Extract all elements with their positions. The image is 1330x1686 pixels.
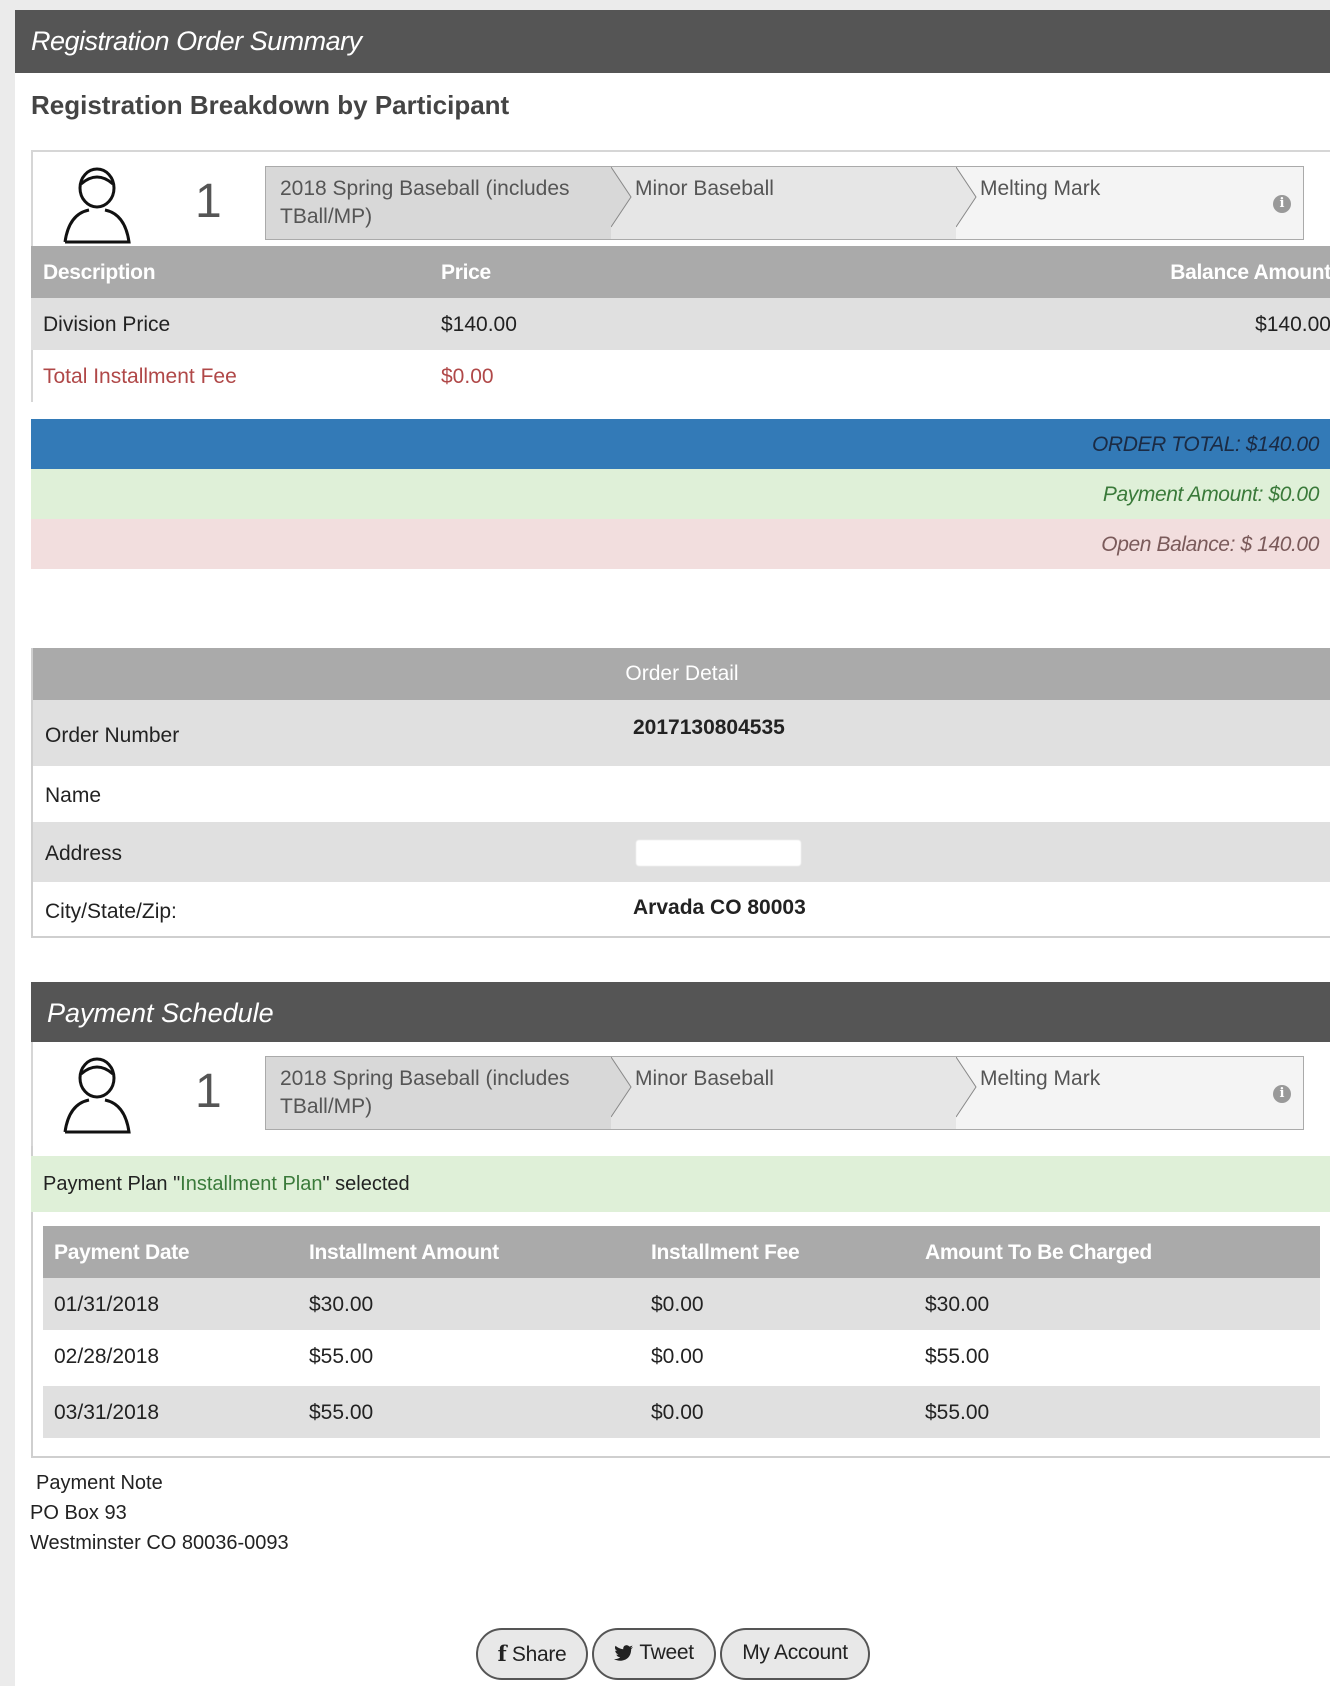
installment-amount: $55.00 bbox=[309, 1401, 374, 1424]
payment-date: 01/31/2018 bbox=[54, 1293, 160, 1316]
payment-note-line1: PO Box 93 bbox=[30, 1502, 127, 1524]
order-number-row: Order Number 2017130804535 bbox=[33, 700, 1330, 766]
table-row: 01/31/2018 $30.00 $0.00 $30.00 bbox=[43, 1278, 1320, 1330]
column-header: Installment Amount bbox=[309, 1241, 499, 1264]
share-label: Share bbox=[511, 1643, 567, 1666]
payment-plan-row: Payment Plan "Installment Plan" selected bbox=[31, 1156, 1330, 1212]
breadcrumb-division[interactable]: Minor Baseball bbox=[611, 1057, 956, 1129]
tweet-button[interactable]: Tweet bbox=[592, 1628, 716, 1680]
table-row: 02/28/2018 $55.00 $0.00 $55.00 bbox=[43, 1330, 1320, 1386]
breadcrumb-separator bbox=[956, 1057, 977, 1118]
row-balance: $140.00 bbox=[1255, 313, 1330, 336]
payment-amount-bar: Payment Amount: $0.00 bbox=[31, 469, 1330, 519]
column-header: Balance Amount bbox=[1170, 261, 1330, 284]
info-icon[interactable]: i bbox=[1273, 1085, 1291, 1103]
table-row: Division Price $140.00 $140.00 bbox=[31, 298, 1330, 350]
installment-fee: $0.00 bbox=[651, 1293, 704, 1316]
amount-charged: $30.00 bbox=[925, 1293, 990, 1316]
row-price: $0.00 bbox=[441, 365, 494, 388]
tweet-label: Tweet bbox=[639, 1641, 694, 1664]
order-number-value: 2017130804535 bbox=[633, 716, 785, 739]
breadcrumb-season[interactable]: 2018 Spring Baseball (includes TBall/MP) bbox=[266, 167, 611, 239]
page-title-bar: Registration Order Summary bbox=[15, 10, 1330, 73]
breadcrumb-season[interactable]: 2018 Spring Baseball (includes TBall/MP) bbox=[266, 1057, 611, 1129]
installment-fee: $0.00 bbox=[651, 1345, 704, 1368]
order-detail-table: Order Detail Order Number 2017130804535 … bbox=[31, 648, 1330, 938]
open-balance-bar: Open Balance: $ 140.00 bbox=[31, 519, 1330, 569]
installment-fee: $0.00 bbox=[651, 1401, 704, 1424]
my-account-button[interactable]: My Account bbox=[720, 1628, 870, 1680]
city-label: City/State/Zip: bbox=[45, 900, 177, 923]
participant-breadcrumb[interactable]: 2018 Spring Baseball (includes TBall/MP)… bbox=[265, 1056, 1304, 1130]
address-row: Address bbox=[33, 822, 1330, 882]
payment-date: 03/31/2018 bbox=[54, 1401, 160, 1424]
breadcrumb-team[interactable]: Melting Mark bbox=[956, 1057, 1303, 1129]
facebook-icon: f bbox=[497, 1641, 507, 1666]
city-row: City/State/Zip: Arvada CO 80003 bbox=[33, 882, 1330, 936]
breadcrumb-separator bbox=[611, 1057, 632, 1118]
participant-breadcrumb[interactable]: 2018 Spring Baseball (includes TBall/MP)… bbox=[265, 166, 1304, 240]
info-icon[interactable]: i bbox=[1273, 195, 1291, 213]
amount-charged: $55.00 bbox=[925, 1345, 990, 1368]
row-description: Division Price bbox=[43, 313, 171, 336]
installment-amount: $55.00 bbox=[309, 1345, 374, 1368]
installment-amount: $30.00 bbox=[309, 1293, 374, 1316]
column-header: Description bbox=[43, 261, 156, 284]
participant-number: 1 bbox=[195, 175, 222, 228]
redacted-address bbox=[636, 840, 801, 866]
table-header: Description Price Balance Amount bbox=[31, 246, 1330, 298]
payment-schedule-title: Payment Schedule bbox=[47, 998, 274, 1028]
column-header: Installment Fee bbox=[651, 1241, 800, 1264]
amount-charged: $55.00 bbox=[925, 1401, 990, 1424]
row-price: $140.00 bbox=[441, 313, 517, 336]
twitter-icon bbox=[614, 1645, 634, 1661]
column-header: Price bbox=[441, 261, 491, 284]
participant-card: 1 2018 Spring Baseball (includes TBall/M… bbox=[31, 150, 1330, 254]
row-description: Total Installment Fee bbox=[43, 365, 237, 388]
column-header: Amount To Be Charged bbox=[925, 1241, 1152, 1264]
payment-date: 02/28/2018 bbox=[54, 1345, 160, 1368]
table-row: Total Installment Fee $0.00 bbox=[31, 350, 1330, 402]
user-icon bbox=[63, 167, 131, 244]
order-detail-heading: Order Detail bbox=[33, 648, 1330, 700]
payment-note-line2: Westminster CO 80036-0093 bbox=[30, 1532, 289, 1554]
plan-suffix: " selected bbox=[322, 1173, 410, 1195]
participant-number: 1 bbox=[195, 1065, 222, 1118]
order-total-bar: ORDER TOTAL: $140.00 bbox=[31, 419, 1330, 469]
share-button[interactable]: f Share bbox=[476, 1628, 588, 1680]
table-row: 03/31/2018 $55.00 $0.00 $55.00 bbox=[43, 1386, 1320, 1438]
name-row: Name bbox=[33, 766, 1330, 822]
breakdown-heading: Registration Breakdown by Participant bbox=[31, 90, 510, 120]
breadcrumb-division[interactable]: Minor Baseball bbox=[611, 167, 956, 239]
name-label: Name bbox=[45, 784, 102, 807]
address-label: Address bbox=[45, 842, 123, 865]
page: Registration Order Summary Registration … bbox=[15, 10, 1330, 1686]
payment-schedule-table: Payment Date Installment Amount Installm… bbox=[43, 1226, 1320, 1438]
column-header: Payment Date bbox=[54, 1241, 190, 1264]
plan-prefix: Payment Plan " bbox=[43, 1173, 181, 1195]
breakdown-table: Description Price Balance Amount Divisio… bbox=[31, 246, 1330, 402]
table-header: Payment Date Installment Amount Installm… bbox=[43, 1226, 1320, 1278]
plan-name[interactable]: Installment Plan bbox=[180, 1173, 322, 1195]
payment-note-label: Payment Note bbox=[36, 1472, 163, 1494]
payment-schedule-title-bar: Payment Schedule bbox=[31, 982, 1330, 1042]
breadcrumb-separator bbox=[611, 167, 632, 228]
page-title: Registration Order Summary bbox=[31, 26, 362, 56]
order-number-label: Order Number bbox=[45, 724, 180, 747]
schedule-participant-card: 1 2018 Spring Baseball (includes TBall/M… bbox=[31, 1042, 1330, 1146]
breadcrumb-team[interactable]: Melting Mark bbox=[956, 167, 1303, 239]
breadcrumb-separator bbox=[956, 167, 977, 228]
city-value: Arvada CO 80003 bbox=[633, 896, 806, 919]
user-icon bbox=[63, 1057, 131, 1134]
